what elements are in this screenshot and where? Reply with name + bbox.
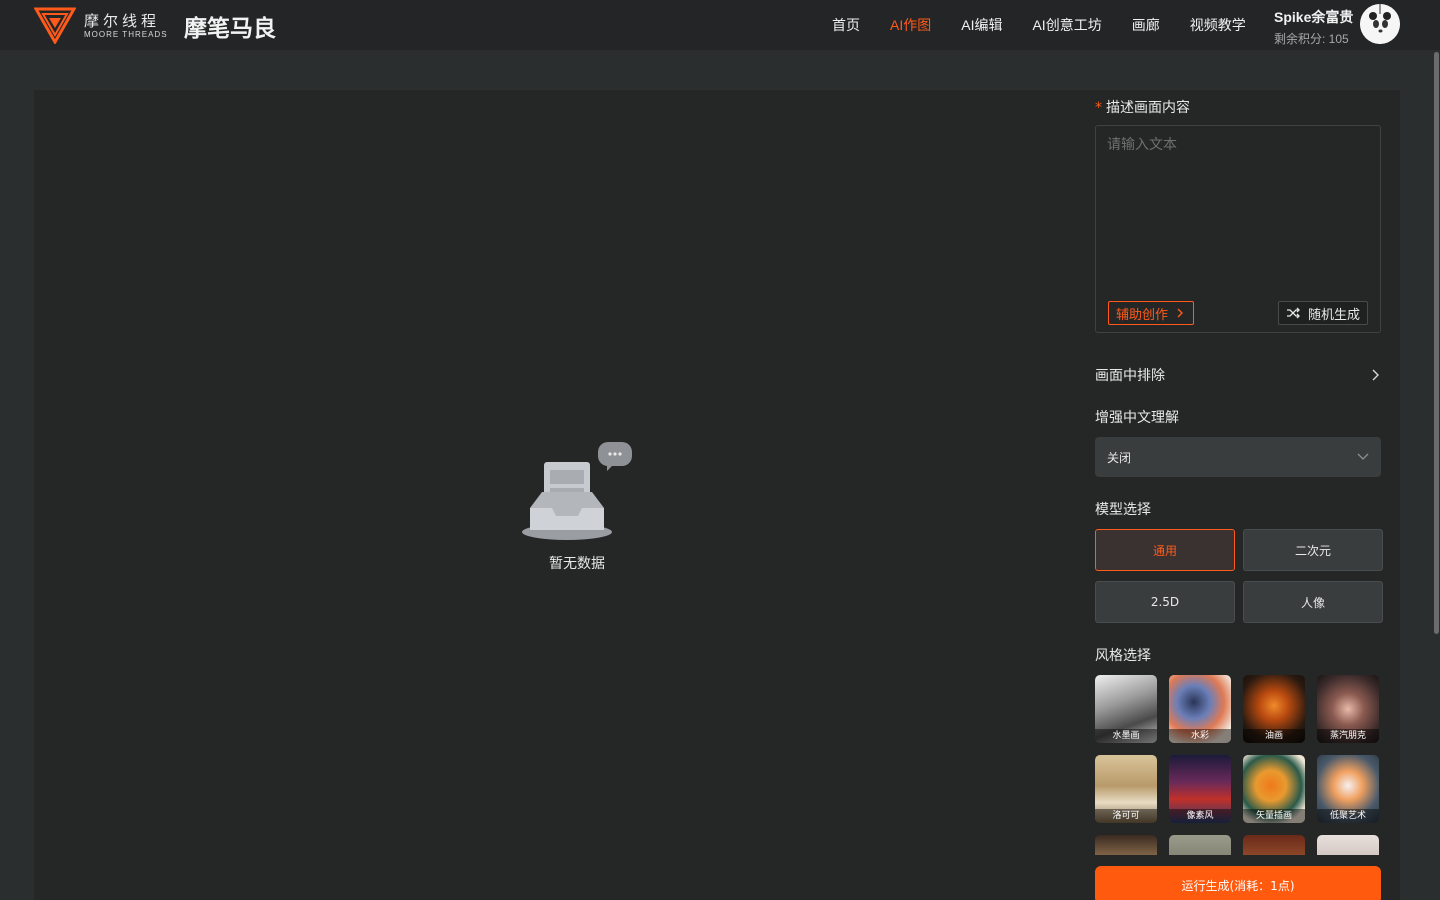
model-portrait-button[interactable]: 人像	[1243, 581, 1383, 623]
empty-inbox-icon	[522, 442, 632, 540]
style-pixel[interactable]: 像素风	[1169, 755, 1231, 823]
style-card-partial[interactable]	[1169, 835, 1231, 855]
empty-state: 暂无数据	[512, 440, 642, 573]
nav-ai-workshop[interactable]: AI创意工坊	[1032, 15, 1101, 35]
empty-state-text: 暂无数据	[549, 556, 605, 572]
nav-ai-draw[interactable]: AI作图	[890, 15, 931, 35]
model-general-button[interactable]: 通用	[1095, 529, 1235, 571]
prompt-input[interactable]	[1096, 126, 1380, 294]
required-mark: *	[1095, 100, 1102, 116]
nav-ai-edit[interactable]: AI编辑	[961, 15, 1002, 35]
random-generate-label: 随机生成	[1307, 307, 1360, 323]
site-title[interactable]: 摩笔马良	[184, 9, 276, 43]
assist-create-button[interactable]: 辅助创作	[1108, 301, 1195, 325]
exclude-row[interactable]: 画面中排除	[1095, 365, 1381, 385]
assist-create-label: 辅助创作	[1116, 307, 1169, 323]
prompt-label: * 描述画面内容	[1095, 97, 1190, 117]
top-header: 摩尔线程 MOORE THREADS 摩笔马良 首页 AI作图 AI编辑 AI创…	[0, 0, 1440, 50]
main-nav: 首页 AI作图 AI编辑 AI创意工坊 画廊 视频教学	[832, 0, 1276, 50]
style-card-partial[interactable]	[1317, 835, 1379, 855]
style-caption: 蒸汽朋克	[1317, 729, 1379, 743]
model-label: 模型选择	[1095, 502, 1151, 518]
nav-home[interactable]: 首页	[832, 15, 860, 35]
chevron-right-icon	[1177, 308, 1184, 318]
generation-panel: *描述画面内容 辅助创作 随机生成 画面中排除 增强中文理解 关闭 模型选择	[1095, 90, 1385, 900]
style-rococo[interactable]: 洛可可	[1095, 755, 1157, 823]
brand-name-cn: 摩尔线程	[84, 12, 161, 30]
chevron-right-icon	[1372, 369, 1379, 381]
style-card-partial[interactable]	[1243, 835, 1305, 855]
style-vector-illustration[interactable]: 矢量插画	[1243, 755, 1305, 823]
style-low-poly[interactable]: 低聚艺术	[1317, 755, 1379, 823]
style-caption: 油画	[1243, 729, 1305, 743]
style-grid: 水墨画 水彩 油画 蒸汽朋克 洛可可 像素风 矢量插画 低聚艺术	[1095, 675, 1385, 855]
style-caption: 水彩	[1169, 729, 1231, 743]
nav-video-tutorial[interactable]: 视频教学	[1190, 15, 1246, 35]
enhance-label: 增强中文理解	[1095, 410, 1179, 426]
style-caption: 洛可可	[1095, 809, 1157, 823]
brand-name-en: MOORE THREADS	[84, 30, 168, 39]
random-generate-button[interactable]: 随机生成	[1277, 301, 1368, 325]
style-caption: 水墨画	[1095, 729, 1157, 743]
enhance-select-value: 关闭	[1107, 450, 1132, 465]
style-label: 风格选择	[1095, 648, 1151, 664]
style-oil-painting[interactable]: 油画	[1243, 675, 1305, 743]
style-caption: 矢量插画	[1243, 809, 1305, 823]
chevron-down-icon	[1357, 453, 1369, 460]
style-card-partial[interactable]	[1095, 835, 1157, 855]
model-2-5d-button[interactable]: 2.5D	[1095, 581, 1235, 623]
logo-icon[interactable]	[34, 6, 76, 44]
panda-avatar-icon	[1360, 4, 1400, 44]
style-caption: 低聚艺术	[1317, 809, 1379, 823]
prompt-label-text: 描述画面内容	[1106, 100, 1190, 116]
shuffle-icon	[1286, 307, 1300, 319]
style-watercolor[interactable]: 水彩	[1169, 675, 1231, 743]
scrollbar-thumb[interactable]	[1434, 52, 1439, 634]
exclude-label: 画面中排除	[1095, 368, 1165, 384]
user-points: 剩余积分: 105	[1274, 32, 1349, 46]
avatar[interactable]	[1360, 4, 1400, 44]
model-anime-button[interactable]: 二次元	[1243, 529, 1383, 571]
nav-gallery[interactable]: 画廊	[1132, 15, 1160, 35]
style-ink-wash[interactable]: 水墨画	[1095, 675, 1157, 743]
user-name[interactable]: Spike余富贵	[1274, 7, 1353, 27]
enhance-select[interactable]: 关闭	[1095, 437, 1381, 477]
run-generate-button[interactable]: 运行生成(消耗：1点)	[1095, 866, 1381, 900]
style-caption: 像素风	[1169, 809, 1231, 823]
style-steampunk[interactable]: 蒸汽朋克	[1317, 675, 1379, 743]
prompt-box: 辅助创作 随机生成	[1095, 125, 1381, 333]
